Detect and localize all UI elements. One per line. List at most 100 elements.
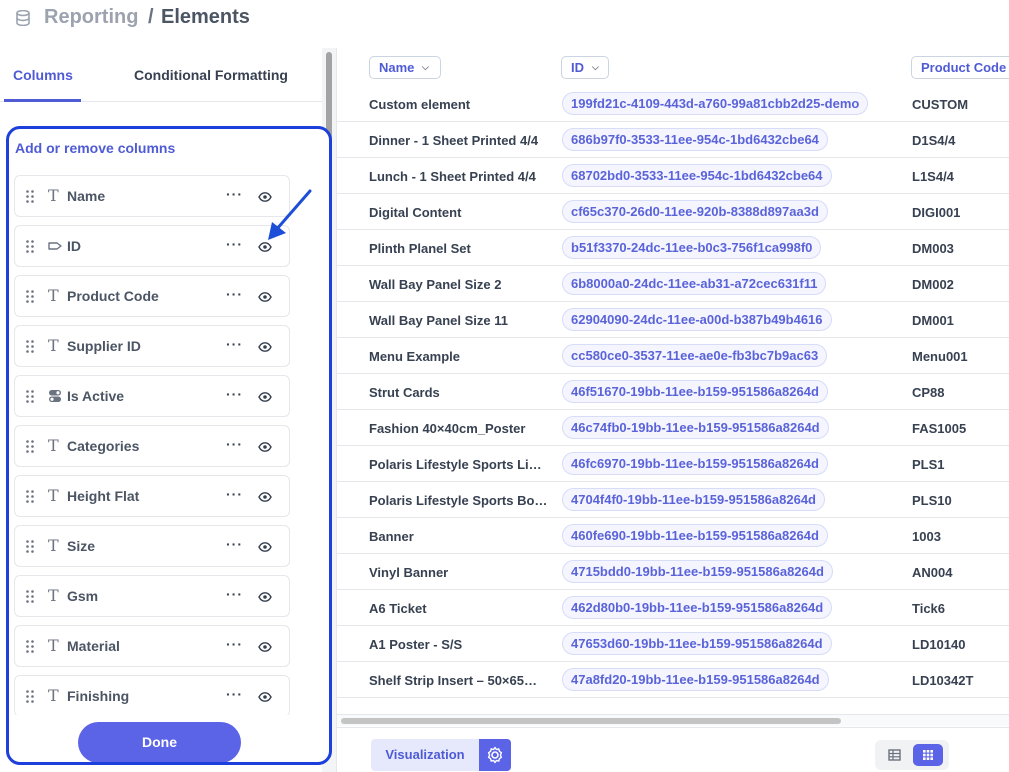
horizontal-scrollbar-thumb[interactable] (341, 718, 841, 724)
cell-id-badge[interactable]: 46f51670-19bb-11ee-b159-951586a8264d (562, 380, 828, 403)
eye-icon[interactable] (258, 540, 272, 552)
table-row[interactable]: Wall Bay Panel Size 11 62904090-24dc-11ee… (337, 302, 1009, 338)
drag-handle-icon[interactable] (26, 690, 34, 703)
table-row[interactable]: Fashion 40×40cm_Poster 46c74fb0-19bb-11ee… (337, 410, 1009, 446)
table-row[interactable]: A6 Ticket 462d80b0-19bb-11ee-b159-951586a… (337, 590, 1009, 626)
cell-id-badge[interactable]: 462d80b0-19bb-11ee-b159-951586a8264d (562, 596, 833, 619)
eye-icon[interactable] (258, 290, 272, 302)
column-item-label: Gsm (67, 588, 99, 604)
column-header-id[interactable]: ID ⌵ (561, 56, 609, 79)
table-row[interactable]: Plinth Planel Set b51f3370-24dc-11ee-b0c3… (337, 230, 1009, 266)
eye-icon[interactable] (258, 690, 272, 702)
cell-id-badge[interactable]: 47a8fd20-19bb-11ee-b159-951586a8264d (562, 668, 829, 691)
table-row[interactable]: Strut Cards 46f51670-19bb-11ee-b159-95158… (337, 374, 1009, 410)
drag-handle-icon[interactable] (26, 640, 34, 653)
cell-id-badge[interactable]: 46fc6970-19bb-11ee-b159-951586a8264d (562, 452, 828, 475)
more-options-icon[interactable]: ··· (226, 586, 243, 602)
cell-name: Fashion 40×40cm_Poster (369, 421, 526, 436)
table-row[interactable]: Lunch - 1 Sheet Printed 4/4 68702bd0-3533… (337, 158, 1009, 194)
tab-columns[interactable]: Columns (13, 67, 73, 83)
table-row[interactable]: Wall Bay Panel Size 2 6b8000a0-24dc-11ee-… (337, 266, 1009, 302)
cell-product-code: FAS1005 (912, 421, 967, 436)
table-row[interactable]: Custom element 199fd21c-4109-443d-a760-99… (337, 86, 1009, 122)
table-row[interactable]: Vinyl Banner 4715bdd0-19bb-11ee-b159-9515… (337, 554, 1009, 590)
drag-handle-icon[interactable] (26, 240, 34, 253)
cell-id-badge[interactable]: 62904090-24dc-11ee-a00d-b387b49b4616 (562, 308, 832, 331)
column-item-name[interactable]: T Name ··· (14, 175, 290, 217)
cell-id-badge[interactable]: 4704f4f0-19bb-11ee-b159-951586a8264d (562, 488, 826, 511)
cell-id-badge[interactable]: 47653d60-19bb-11ee-b159-951586a8264d (562, 632, 832, 655)
column-item-supplier-id[interactable]: T Supplier ID ··· (14, 325, 290, 367)
cell-id-badge[interactable]: 4715bdd0-19bb-11ee-b159-951586a8264d (562, 560, 833, 583)
cell-name: Wall Bay Panel Size 2 (369, 277, 502, 292)
column-header-product-code[interactable]: Product Code (911, 56, 1009, 79)
eye-icon[interactable] (258, 440, 272, 452)
column-item-material[interactable]: T Material ··· (14, 625, 290, 667)
more-options-icon[interactable]: ··· (226, 386, 243, 402)
column-item-gsm[interactable]: T Gsm ··· (14, 575, 290, 617)
cell-id-badge[interactable]: cc580ce0-3537-11ee-ae0e-fb3bc7b9ac63 (562, 344, 828, 367)
table-row[interactable]: Dinner - 1 Sheet Printed 4/4 686b97f0-353… (337, 122, 1009, 158)
cell-id-badge[interactable]: 68702bd0-3533-11ee-954c-1bd6432cbe64 (562, 164, 832, 187)
eye-icon[interactable] (258, 390, 272, 402)
column-item-is-active[interactable]: Is Active ··· (14, 375, 290, 417)
table-row[interactable]: Shelf Strip Insert – 50×65… 47a8fd20-19bb… (337, 662, 1009, 698)
table-row[interactable]: Polaris Lifestyle Sports Li… 46fc6970-19b… (337, 446, 1009, 482)
more-options-icon[interactable]: ··· (226, 636, 243, 652)
cell-id-badge[interactable]: 6b8000a0-24dc-11ee-ab31-a72cec631f11 (562, 272, 827, 295)
table-row[interactable]: A1 Poster - S/S 47653d60-19bb-11ee-b159-9… (337, 626, 1009, 662)
cell-id-badge[interactable]: 199fd21c-4109-443d-a760-99a81cbb2d25-dem… (562, 92, 869, 115)
breadcrumb-separator: / (148, 6, 154, 28)
breadcrumb-reporting[interactable]: Reporting (44, 6, 138, 29)
cell-id-badge[interactable]: 686b97f0-3533-11ee-954c-1bd6432cbe64 (562, 128, 828, 151)
column-item-finishing[interactable]: T Finishing ··· (14, 675, 290, 715)
column-item-height-flat[interactable]: T Height Flat ··· (14, 475, 290, 517)
tag-type-icon (48, 238, 62, 254)
chevron-down-icon: ⌵ (422, 62, 429, 72)
drag-handle-icon[interactable] (26, 440, 34, 453)
visualization-settings-button[interactable] (479, 739, 511, 771)
cell-id-badge[interactable]: 460fe690-19bb-11ee-b159-951586a8264d (562, 524, 828, 547)
column-item-categories[interactable]: T Categories ··· (14, 425, 290, 467)
visualization-button[interactable]: Visualization (371, 739, 479, 771)
more-options-icon[interactable]: ··· (226, 436, 243, 452)
table-horizontal-scrollbar[interactable] (337, 714, 1009, 726)
drag-handle-icon[interactable] (26, 340, 34, 353)
cell-id-badge[interactable]: cf65c370-26d0-11ee-920b-8388d897aa3d (562, 200, 828, 223)
grid-view-button[interactable] (913, 744, 943, 766)
column-item-id[interactable]: ID ··· (14, 225, 290, 267)
eye-icon[interactable] (258, 340, 272, 352)
done-button[interactable]: Done (78, 722, 241, 762)
app-root: Reporting / Elements Columns Conditional… (0, 0, 1009, 772)
table-view-button[interactable] (883, 745, 905, 765)
more-options-icon[interactable]: ··· (226, 486, 243, 502)
drag-handle-icon[interactable] (26, 540, 34, 553)
cell-name: A6 Ticket (369, 601, 427, 616)
cell-name: Lunch - 1 Sheet Printed 4/4 (369, 169, 536, 184)
cell-id-badge[interactable]: b51f3370-24dc-11ee-b0c3-756f1ca998f0 (562, 236, 822, 259)
eye-icon[interactable] (258, 590, 272, 602)
column-item-size[interactable]: T Size ··· (14, 525, 290, 567)
drag-handle-icon[interactable] (26, 190, 34, 203)
more-options-icon[interactable]: ··· (226, 286, 243, 302)
table-row[interactable]: Polaris Lifestyle Sports Bo… 4704f4f0-19b… (337, 482, 1009, 518)
tab-conditional-formatting[interactable]: Conditional Formatting (134, 67, 288, 83)
table-row[interactable]: Menu Example cc580ce0-3537-11ee-ae0e-fb3b… (337, 338, 1009, 374)
column-item-product-code[interactable]: T Product Code ··· (14, 275, 290, 317)
more-options-icon[interactable]: ··· (226, 186, 243, 202)
more-options-icon[interactable]: ··· (226, 236, 243, 252)
drag-handle-icon[interactable] (26, 290, 34, 303)
more-options-icon[interactable]: ··· (226, 536, 243, 552)
column-header-name[interactable]: Name ⌵ (369, 56, 441, 79)
more-options-icon[interactable]: ··· (226, 686, 243, 702)
eye-icon[interactable] (258, 490, 272, 502)
table-row[interactable]: Banner 460fe690-19bb-11ee-b159-951586a826… (337, 518, 1009, 554)
more-options-icon[interactable]: ··· (226, 336, 243, 352)
drag-handle-icon[interactable] (26, 390, 34, 403)
eye-icon[interactable] (258, 640, 272, 652)
drag-handle-icon[interactable] (26, 590, 34, 603)
cell-id-badge[interactable]: 46c74fb0-19bb-11ee-b159-951586a8264d (562, 416, 829, 439)
table-row[interactable]: Digital Content cf65c370-26d0-11ee-920b-8… (337, 194, 1009, 230)
toggle-type-icon (48, 388, 62, 404)
drag-handle-icon[interactable] (26, 490, 34, 503)
